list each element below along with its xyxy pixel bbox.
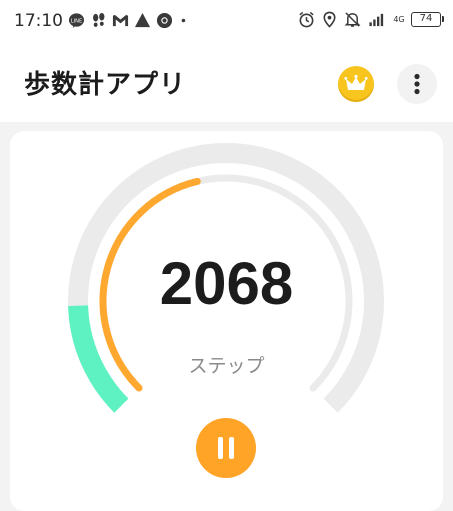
location-icon [323, 11, 336, 28]
app-bar: 歩数計アプリ [0, 44, 453, 122]
more-vert-icon [414, 73, 420, 95]
line-icon: LINE [68, 13, 85, 29]
step-label: ステップ [188, 355, 265, 377]
status-bar: 17:10 LINE 4G 74 [0, 0, 453, 44]
step-count: 2068 [159, 250, 294, 317]
status-time: 17:10 [14, 11, 63, 31]
crown-icon [344, 74, 368, 90]
signal-icon [369, 13, 384, 27]
pause-icon [218, 437, 223, 459]
premium-button[interactable] [338, 66, 374, 102]
step-counter-card: 2068 ステップ [10, 131, 443, 511]
notification-icons: LINE [68, 12, 192, 29]
pause-button[interactable] [196, 418, 256, 478]
alarm-icon [299, 11, 314, 28]
dot-icon [181, 18, 186, 23]
more-options-button[interactable] [397, 64, 437, 104]
battery-level: 74 [419, 13, 433, 24]
bell-off-icon [344, 12, 361, 27]
pause-icon-bar [229, 437, 234, 459]
app-title: 歩数計アプリ [24, 70, 187, 100]
chrome-icon [156, 12, 173, 29]
network-type: 4G [393, 14, 405, 24]
triangle-icon [134, 12, 151, 28]
gmail-icon [112, 14, 129, 27]
system-icons: 4G 74 [298, 11, 444, 28]
footprints-icon [93, 12, 105, 27]
svg-text:LINE: LINE [71, 18, 83, 24]
battery-icon: 74 [411, 12, 444, 27]
